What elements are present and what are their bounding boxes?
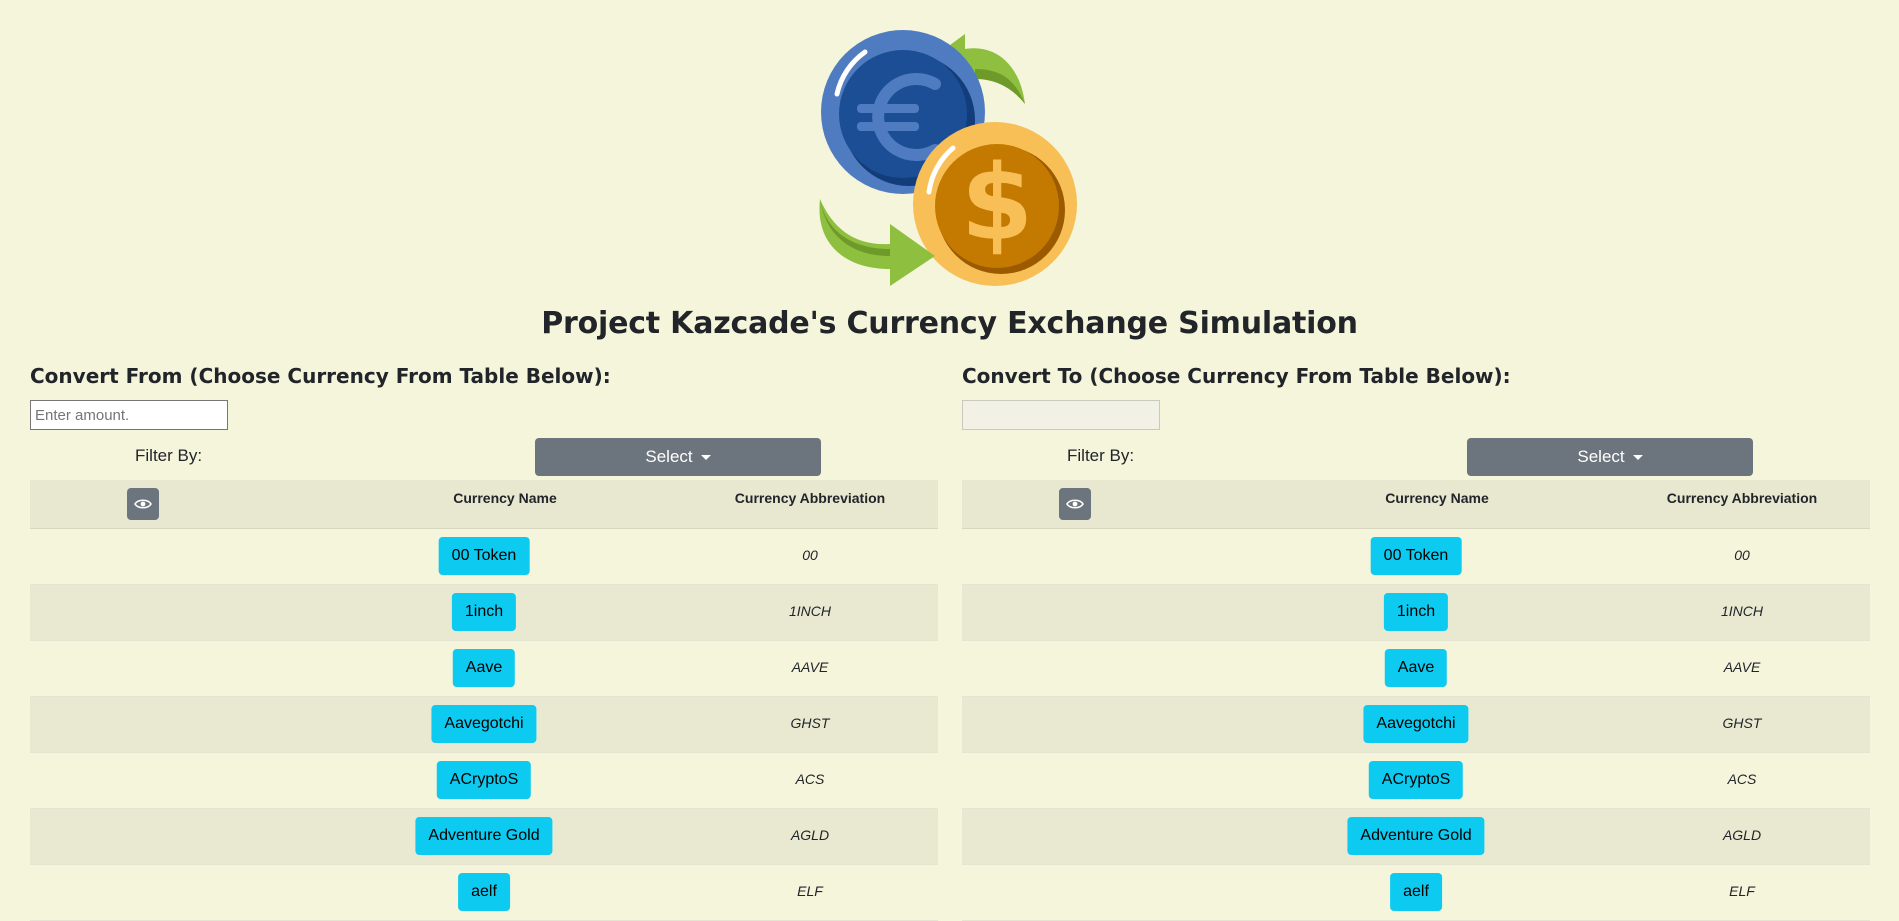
- convert-to-heading: Convert To (Choose Currency From Table B…: [962, 364, 1511, 388]
- select-label: Select: [645, 447, 693, 466]
- table-row: Aave AAVE: [30, 641, 938, 697]
- to-amount-output: [962, 400, 1160, 430]
- currency-exchange-icon: $: [819, 30, 1077, 286]
- currency-button[interactable]: aelf: [458, 873, 510, 911]
- convert-from-heading: Convert From (Choose Currency From Table…: [30, 364, 611, 388]
- table-header: Currency Name Currency Abbreviation: [962, 480, 1870, 529]
- column-header-name: Currency Name: [1385, 490, 1489, 506]
- toggle-visibility-button[interactable]: [1059, 488, 1091, 520]
- currency-button[interactable]: Aavegotchi: [431, 705, 537, 743]
- svg-text:$: $: [961, 142, 1033, 264]
- table-row: ACryptoS ACS: [962, 753, 1870, 809]
- currency-abbreviation: ACS: [1727, 771, 1757, 787]
- filter-row: Filter By: Select: [30, 436, 938, 480]
- table-row: Aavegotchi GHST: [30, 697, 938, 753]
- currency-button[interactable]: 1inch: [1383, 593, 1449, 631]
- column-header-abbreviation: Currency Abbreviation: [1666, 490, 1818, 506]
- currency-table: Currency Name Currency Abbreviation 00 T…: [30, 480, 938, 921]
- table-row: Aave AAVE: [962, 641, 1870, 697]
- currency-abbreviation: AAVE: [1723, 659, 1761, 675]
- currency-button[interactable]: 00 Token: [1370, 537, 1462, 575]
- eye-icon: [1066, 499, 1084, 509]
- table-header: Currency Name Currency Abbreviation: [30, 480, 938, 529]
- currency-abbreviation: 00: [802, 547, 818, 563]
- caret-down-icon: [700, 454, 711, 460]
- currency-button[interactable]: Adventure Gold: [415, 817, 553, 855]
- table-row: 00 Token 00: [30, 529, 938, 585]
- table-row: Aavegotchi GHST: [962, 697, 1870, 753]
- table-row: 1inch 1INCH: [962, 585, 1870, 641]
- table-row: 1inch 1INCH: [30, 585, 938, 641]
- table-row: aelf ELF: [30, 865, 938, 921]
- currency-abbreviation: 00: [1734, 547, 1750, 563]
- toggle-visibility-button[interactable]: [127, 488, 159, 520]
- table-body: 00 Token 00 1inch 1INCH Aave AAVE Aavego…: [30, 529, 938, 921]
- eye-icon: [134, 499, 152, 509]
- select-label: Select: [1577, 447, 1625, 466]
- filter-row: Filter By: Select: [962, 436, 1870, 480]
- column-header-name: Currency Name: [453, 490, 557, 506]
- table-row: Adventure Gold AGLD: [962, 809, 1870, 865]
- currency-button[interactable]: ACryptoS: [1368, 761, 1464, 799]
- currency-abbreviation: ACS: [795, 771, 825, 787]
- table-row: aelf ELF: [962, 865, 1870, 921]
- page-title: Project Kazcade's Currency Exchange Simu…: [541, 306, 1358, 341]
- currency-button[interactable]: 00 Token: [438, 537, 530, 575]
- currency-button[interactable]: aelf: [1390, 873, 1442, 911]
- table-body: 00 Token 00 1inch 1INCH Aave AAVE Aavego…: [962, 529, 1870, 921]
- table-row: Adventure Gold AGLD: [30, 809, 938, 865]
- currency-button[interactable]: ACryptoS: [436, 761, 532, 799]
- convert-from-panel: Convert From (Choose Currency From Table…: [30, 360, 938, 921]
- currency-abbreviation: 1INCH: [1720, 603, 1763, 619]
- table-row: 00 Token 00: [962, 529, 1870, 585]
- filter-select-dropdown[interactable]: Select: [535, 438, 821, 476]
- currency-button[interactable]: Adventure Gold: [1347, 817, 1485, 855]
- currency-abbreviation: AGLD: [1722, 827, 1762, 843]
- currency-abbreviation: AAVE: [791, 659, 829, 675]
- from-amount-input[interactable]: [30, 400, 228, 430]
- currency-button[interactable]: Aave: [1384, 649, 1448, 687]
- currency-table: Currency Name Currency Abbreviation 00 T…: [962, 480, 1870, 921]
- currency-abbreviation: GHST: [1722, 715, 1762, 731]
- filter-select-dropdown[interactable]: Select: [1467, 438, 1753, 476]
- caret-down-icon: [1632, 454, 1643, 460]
- column-header-abbreviation: Currency Abbreviation: [734, 490, 886, 506]
- currency-abbreviation: 1INCH: [788, 603, 831, 619]
- currency-abbreviation: ELF: [1729, 883, 1755, 899]
- filter-label: Filter By:: [1067, 446, 1135, 465]
- table-row: ACryptoS ACS: [30, 753, 938, 809]
- currency-button[interactable]: Aave: [452, 649, 516, 687]
- currency-abbreviation: ELF: [797, 883, 823, 899]
- currency-abbreviation: GHST: [790, 715, 830, 731]
- convert-to-panel: Convert To (Choose Currency From Table B…: [962, 360, 1870, 921]
- currency-button[interactable]: Aavegotchi: [1363, 705, 1469, 743]
- currency-abbreviation: AGLD: [790, 827, 830, 843]
- filter-label: Filter By:: [135, 446, 203, 465]
- currency-button[interactable]: 1inch: [451, 593, 517, 631]
